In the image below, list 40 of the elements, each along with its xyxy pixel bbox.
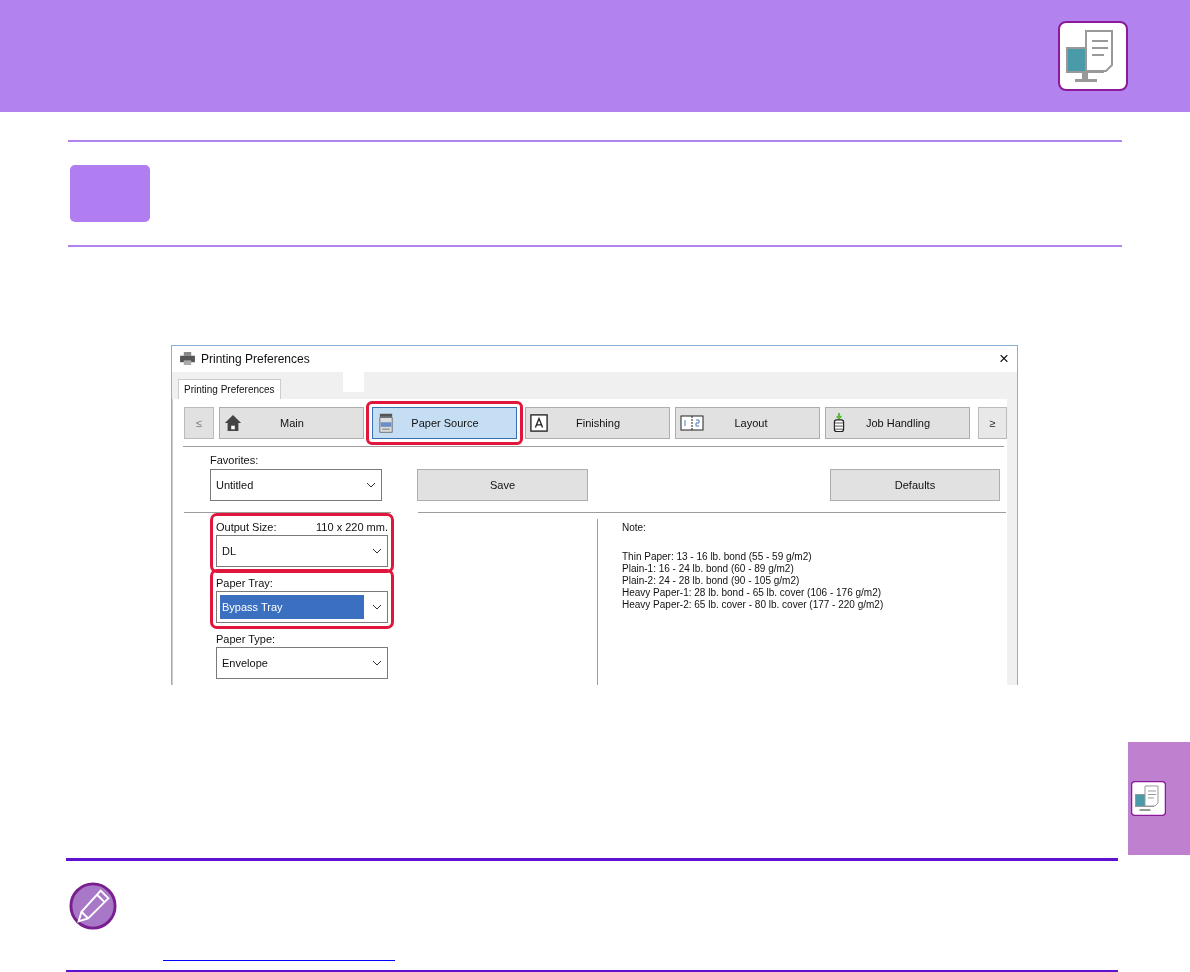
defaults-button[interactable]: Defaults xyxy=(830,468,1000,501)
note-line: Plain-1: 16 - 24 lb. bond (60 - 89 g/m2) xyxy=(622,562,795,575)
computer-document-icon xyxy=(1058,21,1128,91)
field-label: Paper Type: xyxy=(216,632,276,645)
close-button[interactable]: × xyxy=(999,350,1009,368)
note-line: Heavy Paper-1: 28 lb. bond - 65 lb. cover (106 - 176 g/m2) xyxy=(622,586,883,599)
field-label: Paper Tray: xyxy=(216,576,273,589)
favorites-dropdown[interactable]: Untitled xyxy=(210,468,382,501)
note-title: Note: xyxy=(622,521,647,534)
house-icon xyxy=(223,412,242,433)
note-line: Heavy Paper-2: 65 lb. cover - 80 lb. cover (177 - 220 g/m2) xyxy=(622,598,884,611)
letter-page-icon xyxy=(529,412,548,433)
previous-button[interactable]: ≤ xyxy=(184,406,214,439)
chevron-down-icon xyxy=(372,603,382,610)
favorites-label: Favorites: xyxy=(210,453,260,466)
dropdown[interactable]: Envelope xyxy=(216,646,388,679)
next-button[interactable]: ≥ xyxy=(977,406,1007,439)
window-title: Printing Preferences xyxy=(201,351,311,366)
save-button[interactable]: Save xyxy=(417,468,588,501)
chevron-down-icon xyxy=(372,659,382,666)
pencil-icon xyxy=(69,882,117,931)
note-line: Thin Paper: 13 - 16 lb. bond (55 - 59 g/m2) xyxy=(622,550,813,563)
printer-icon xyxy=(180,352,195,366)
nav-tab[interactable]: Finishing xyxy=(524,406,670,439)
field-label: Output Size: xyxy=(216,520,277,533)
chevron-down-icon xyxy=(366,481,376,488)
nav-tab[interactable]: Layout xyxy=(674,406,820,439)
nav-tab[interactable]: Job Handling xyxy=(824,406,970,439)
computer-document-icon xyxy=(1131,780,1166,816)
dropdown[interactable]: DL xyxy=(216,534,388,567)
note-line: Plain-2: 24 - 28 lb. bond (90 - 105 g/m2) xyxy=(622,574,801,587)
nav-tab[interactable]: Main xyxy=(218,406,364,439)
copier-icon xyxy=(376,412,395,433)
size-info: 110 x 220 mm. xyxy=(316,520,388,533)
side-tab[interactable] xyxy=(1128,741,1190,855)
two-page-icon xyxy=(679,412,704,433)
dropdown[interactable]: Bypass Tray xyxy=(216,590,388,623)
nav-tab[interactable]: Paper Source xyxy=(371,406,517,439)
chevron-down-icon xyxy=(372,547,382,554)
dialog-tab[interactable]: Printing Preferences xyxy=(178,378,281,399)
